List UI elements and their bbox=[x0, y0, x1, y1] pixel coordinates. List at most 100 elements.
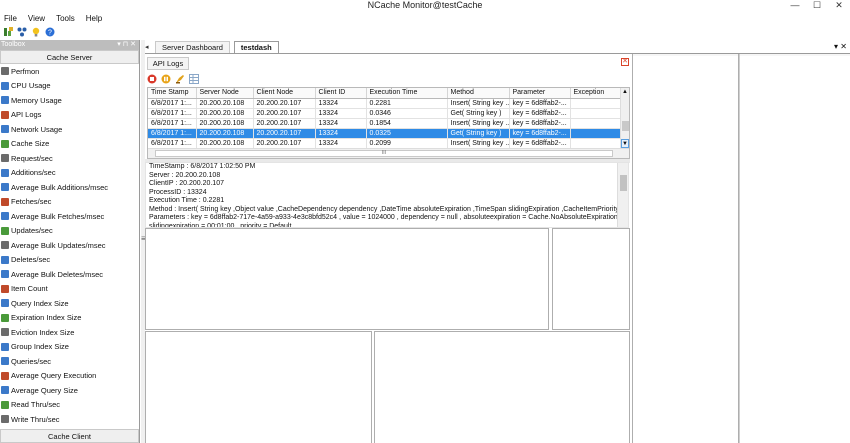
table-cell bbox=[570, 98, 622, 109]
table-cell: 20.200.20.107 bbox=[253, 98, 316, 109]
log-details-text: TimeStamp : 6/8/2017 1:02:50 PM Server : … bbox=[149, 163, 619, 227]
counter-item[interactable]: Average Bulk Updates/msec bbox=[0, 238, 139, 253]
counter-label: Deletes/sec bbox=[11, 255, 51, 265]
close-button[interactable]: ✕ bbox=[828, 0, 850, 11]
counter-item[interactable]: CPU Usage bbox=[0, 79, 139, 94]
grid-vertical-scrollbar[interactable]: ▲ ▼ bbox=[620, 88, 629, 148]
grid-horizontal-scrollbar[interactable]: III bbox=[148, 148, 629, 158]
counter-item[interactable]: Deletes/sec bbox=[0, 253, 139, 268]
add-counter-icon[interactable] bbox=[3, 27, 13, 37]
table-cell: Insert( String key ... bbox=[447, 118, 510, 129]
log-details-panel: TimeStamp : 6/8/2017 1:02:50 PM Server : … bbox=[145, 162, 629, 228]
api-logs-tab[interactable]: API Logs bbox=[147, 57, 189, 70]
counter-icon bbox=[1, 357, 9, 366]
table-cell: Insert( String key ... bbox=[447, 138, 510, 149]
counter-item[interactable]: Average Query Execution bbox=[0, 369, 139, 384]
menu-view[interactable]: View bbox=[28, 14, 45, 23]
counter-item[interactable]: Updates/sec bbox=[0, 224, 139, 239]
stop-icon[interactable] bbox=[147, 74, 157, 84]
table-cell: 6/8/2017 1:... bbox=[148, 98, 197, 109]
column-header[interactable]: Client ID bbox=[315, 88, 367, 99]
counter-item[interactable]: Perfmon bbox=[0, 64, 139, 79]
detail-line: ProcessID : 13324 bbox=[149, 188, 207, 196]
details-scroll-thumb[interactable] bbox=[620, 175, 627, 191]
counter-item[interactable]: Query Index Size bbox=[0, 296, 139, 311]
clear-icon[interactable] bbox=[175, 74, 185, 84]
counter-label: Fetches/sec bbox=[11, 197, 52, 207]
table-cell: 13324 bbox=[315, 98, 367, 109]
counter-item[interactable]: Memory Usage bbox=[0, 93, 139, 108]
table-cell: Insert( String key ... bbox=[447, 98, 510, 109]
empty-pane bbox=[552, 228, 630, 330]
table-cell: Get( String key ) bbox=[447, 128, 510, 139]
table-row[interactable]: 6/8/2017 1:... 20.200.20.108 20.200.20.107… bbox=[148, 118, 622, 129]
pause-icon[interactable] bbox=[161, 74, 171, 84]
counter-label: Network Usage bbox=[11, 124, 63, 134]
grid-header-row: Time Stamp Server Node Client Node Clien… bbox=[148, 88, 622, 99]
table-cell: 20.200.20.107 bbox=[253, 118, 316, 129]
tab-server-dashboard[interactable]: Server Dashboard bbox=[155, 41, 230, 53]
counter-item[interactable]: Request/sec bbox=[0, 151, 139, 166]
menu-tools[interactable]: Tools bbox=[56, 14, 75, 23]
empty-pane bbox=[145, 228, 549, 330]
table-row[interactable]: 6/8/2017 1:... 20.200.20.108 20.200.20.107… bbox=[148, 138, 622, 149]
tab-testdash[interactable]: testdash bbox=[233, 41, 279, 53]
column-header[interactable]: Time Stamp bbox=[148, 88, 197, 99]
column-header[interactable]: Exception bbox=[570, 88, 622, 99]
cache-client-button[interactable]: Cache Client bbox=[0, 429, 139, 443]
counter-item[interactable]: Cache Size bbox=[0, 137, 139, 152]
counter-item[interactable]: Network Usage bbox=[0, 122, 139, 137]
scroll-up-icon[interactable]: ▲ bbox=[621, 88, 629, 97]
column-header[interactable]: Parameter bbox=[509, 88, 571, 99]
column-header[interactable]: Client Node bbox=[253, 88, 316, 99]
table-cell: 6/8/2017 1:... bbox=[148, 118, 197, 129]
counter-item[interactable]: Group Index Size bbox=[0, 340, 139, 355]
bulb-icon[interactable] bbox=[31, 27, 41, 37]
hscroll-thumb[interactable]: III bbox=[155, 150, 613, 157]
counter-item[interactable]: Eviction Index Size bbox=[0, 325, 139, 340]
menu-help[interactable]: Help bbox=[86, 14, 102, 23]
api-logs-close-button[interactable]: ✕ bbox=[621, 58, 629, 66]
counter-icon bbox=[1, 400, 9, 409]
table-row[interactable]: 6/8/2017 1:... 20.200.20.108 20.200.20.107… bbox=[148, 98, 622, 109]
table-cell: 20.200.20.108 bbox=[196, 98, 254, 109]
column-header[interactable]: Server Node bbox=[196, 88, 254, 99]
counter-item[interactable]: Average Bulk Fetches/msec bbox=[0, 209, 139, 224]
table-cell: 13324 bbox=[315, 128, 367, 139]
counter-item[interactable]: Write Thru/sec bbox=[0, 412, 139, 427]
counter-item[interactable]: Expiration Index Size bbox=[0, 311, 139, 326]
counter-icon bbox=[1, 342, 9, 351]
toolbox-controls[interactable]: ▾ ⊓ ✕ bbox=[117, 40, 136, 50]
help-icon[interactable]: ? bbox=[45, 27, 55, 37]
scroll-down-icon[interactable]: ▼ bbox=[621, 139, 629, 148]
details-scrollbar[interactable] bbox=[617, 163, 628, 227]
table-cell: 20.200.20.108 bbox=[196, 138, 254, 149]
counter-item[interactable]: Read Thru/sec bbox=[0, 398, 139, 413]
counter-item[interactable]: Average Bulk Deletes/msec bbox=[0, 267, 139, 282]
column-header[interactable]: Method bbox=[447, 88, 510, 99]
counter-icon bbox=[1, 386, 9, 395]
counter-item[interactable]: API Logs bbox=[0, 108, 139, 123]
grid-view-icon[interactable] bbox=[189, 73, 199, 84]
minimize-button[interactable]: — bbox=[784, 0, 806, 11]
table-row[interactable]: 6/8/2017 1:... 20.200.20.108 20.200.20.107… bbox=[148, 108, 622, 119]
tab-scroll-icon[interactable]: ◂ bbox=[145, 43, 149, 51]
table-row[interactable]: 6/8/2017 1:... 20.200.20.108 20.200.20.107… bbox=[148, 128, 622, 139]
counter-item[interactable]: Queries/sec bbox=[0, 354, 139, 369]
counter-item[interactable]: Item Count bbox=[0, 282, 139, 297]
cache-server-button[interactable]: Cache Server bbox=[0, 50, 139, 64]
table-cell: 20.200.20.107 bbox=[253, 138, 316, 149]
counter-icon bbox=[1, 255, 9, 264]
table-cell: key = 6d8ffab2-... bbox=[509, 98, 571, 109]
document-controls[interactable]: ▾ ✕ bbox=[834, 42, 847, 51]
maximize-button[interactable]: ☐ bbox=[806, 0, 828, 11]
column-header[interactable]: Execution Time bbox=[366, 88, 448, 99]
network-icon[interactable] bbox=[17, 27, 27, 37]
counter-icon bbox=[1, 299, 9, 308]
counter-item[interactable]: Fetches/sec bbox=[0, 195, 139, 210]
menu-file[interactable]: File bbox=[4, 14, 17, 23]
counter-item[interactable]: Average Bulk Additions/msec bbox=[0, 180, 139, 195]
scroll-thumb[interactable] bbox=[622, 121, 629, 131]
counter-item[interactable]: Average Query Size bbox=[0, 383, 139, 398]
counter-item[interactable]: Additions/sec bbox=[0, 166, 139, 181]
